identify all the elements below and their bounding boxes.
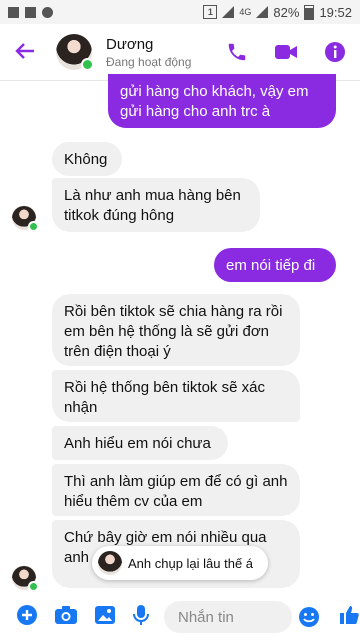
composer-bar: Nhắn tin bbox=[0, 594, 360, 640]
preview-avatar bbox=[98, 551, 122, 575]
info-icon[interactable] bbox=[324, 41, 346, 63]
message-bubble-outgoing[interactable]: gửi hàng cho khách, vậy em gửi hàng cho … bbox=[108, 74, 336, 128]
online-indicator bbox=[28, 221, 39, 232]
signal-icon bbox=[222, 6, 235, 18]
folder-notification-icon bbox=[25, 6, 36, 18]
message-input[interactable]: Nhắn tin bbox=[164, 601, 319, 633]
clock: 19:52 bbox=[319, 4, 352, 20]
chat-header: Dương Đang hoạt động bbox=[0, 24, 360, 81]
contact-avatar[interactable] bbox=[56, 34, 94, 71]
message-bubble-incoming[interactable]: Rồi bên tiktok sẽ chia hàng ra rồi em bê… bbox=[52, 294, 300, 366]
network-type: 4G bbox=[239, 7, 252, 17]
video-call-icon[interactable] bbox=[274, 41, 298, 63]
gallery-icon[interactable] bbox=[94, 604, 116, 631]
like-thumb-icon[interactable] bbox=[338, 604, 360, 631]
plus-icon[interactable] bbox=[16, 604, 38, 631]
new-message-preview[interactable]: Anh chụp lại lâu thế á bbox=[92, 546, 268, 580]
message-bubble-outgoing[interactable]: em nói tiếp đi bbox=[214, 248, 336, 282]
microphone-icon[interactable] bbox=[132, 604, 150, 631]
battery-icon bbox=[304, 4, 315, 20]
battery-percent: 82% bbox=[273, 4, 300, 20]
status-bar: 1 4G 82% 19:52 bbox=[0, 0, 360, 24]
message-bubble-incoming[interactable]: Rồi hệ thống bên tiktok sẽ xác nhận bbox=[52, 370, 300, 422]
sim-icon: 1 bbox=[203, 5, 218, 19]
phone-call-icon[interactable] bbox=[226, 41, 248, 63]
preview-text: Anh chụp lại lâu thế á bbox=[128, 555, 254, 571]
contact-avatar-small[interactable] bbox=[12, 206, 39, 232]
alert-notification-icon bbox=[42, 6, 53, 18]
message-bubble-incoming[interactable]: Anh hiểu em nói chưa bbox=[52, 426, 228, 460]
camera-icon[interactable] bbox=[54, 604, 78, 631]
contact-avatar-small[interactable] bbox=[12, 566, 39, 592]
online-indicator bbox=[28, 581, 39, 592]
message-bubble-incoming[interactable]: Không bbox=[52, 142, 122, 176]
image-notification-icon bbox=[8, 6, 19, 18]
emoji-icon[interactable] bbox=[298, 606, 320, 632]
message-bubble-incoming[interactable]: Là như anh mua hàng bên titkok đúng hông bbox=[52, 178, 260, 232]
back-arrow-icon[interactable] bbox=[14, 40, 38, 64]
signal-icon-2 bbox=[256, 6, 269, 18]
message-input-placeholder: Nhắn tin bbox=[178, 608, 234, 626]
contact-name[interactable]: Dương bbox=[106, 36, 191, 53]
online-indicator bbox=[81, 58, 94, 71]
contact-status: Đang hoạt động bbox=[106, 54, 192, 69]
message-bubble-incoming[interactable]: Thì anh làm giúp em để có gì anh hiểu th… bbox=[52, 464, 300, 516]
